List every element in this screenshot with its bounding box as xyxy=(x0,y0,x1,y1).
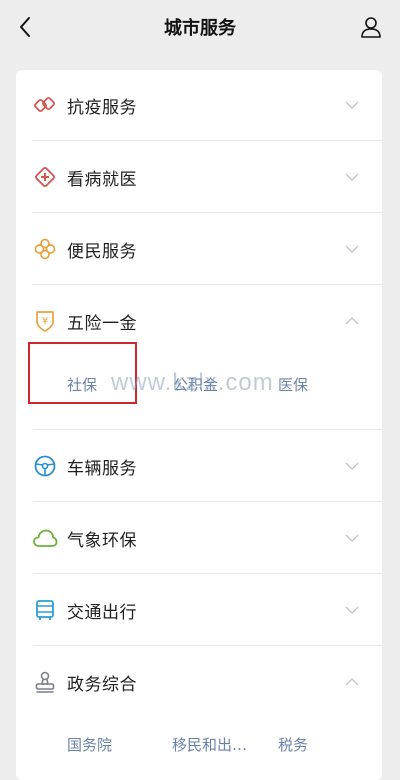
category-label: 车辆服务 xyxy=(67,458,137,479)
svg-text:¥: ¥ xyxy=(42,316,48,327)
chevron-down-icon xyxy=(344,605,360,615)
category-label: 便民服务 xyxy=(67,241,137,262)
bus-icon xyxy=(32,597,58,623)
chevron-up-icon xyxy=(344,316,360,326)
category-medical-care[interactable]: 看病就医 xyxy=(16,142,382,212)
user-icon xyxy=(361,17,381,38)
sub-item-immigration[interactable]: 移民和出… xyxy=(172,734,247,755)
divider xyxy=(33,573,382,574)
highlight-annotation-box xyxy=(28,342,137,404)
stamp-icon xyxy=(32,669,58,695)
chevron-down-icon xyxy=(344,533,360,543)
category-government-affairs[interactable]: 政务综合 xyxy=(16,647,382,717)
category-convenience-services[interactable]: 便民服务 xyxy=(16,214,382,284)
cloud-icon xyxy=(32,525,58,551)
divider xyxy=(33,140,382,141)
category-transportation[interactable]: 交通出行 xyxy=(16,575,382,645)
sub-item-taxation[interactable]: 税务 xyxy=(278,734,308,755)
nav-bar: 城市服务 xyxy=(0,0,400,54)
category-label: 看病就医 xyxy=(67,169,137,190)
chevron-down-icon xyxy=(344,172,360,182)
services-card: 抗疫服务 看病就医 便民服务 ¥ 五险一金 社保 公积金 医保 www.kzlx… xyxy=(16,70,382,780)
chevron-down-icon xyxy=(344,461,360,471)
category-label: 抗疫服务 xyxy=(67,97,137,118)
category-label: 交通出行 xyxy=(67,602,137,623)
category-weather-environment[interactable]: 气象环保 xyxy=(16,503,382,573)
chevron-down-icon xyxy=(344,100,360,110)
chevron-down-icon xyxy=(344,244,360,254)
sub-item-state-council[interactable]: 国务院 xyxy=(67,734,112,755)
category-label: 政务综合 xyxy=(67,674,137,695)
yuan-shield-icon: ¥ xyxy=(32,308,58,334)
steering-wheel-icon xyxy=(32,453,58,479)
chevron-up-icon xyxy=(344,677,360,687)
category-label: 气象环保 xyxy=(67,530,137,551)
epidemic-icon xyxy=(32,92,58,118)
divider xyxy=(33,429,382,430)
divider xyxy=(33,645,382,646)
page-title: 城市服务 xyxy=(164,18,236,39)
sub-item-housing-fund[interactable]: 公积金 xyxy=(173,374,218,395)
category-epidemic-services[interactable]: 抗疫服务 xyxy=(16,70,382,140)
divider xyxy=(33,212,382,213)
category-vehicle-services[interactable]: 车辆服务 xyxy=(16,431,382,501)
medical-cross-icon xyxy=(32,164,58,190)
user-button[interactable] xyxy=(356,12,386,42)
flower-icon xyxy=(32,236,58,262)
sub-item-medical-insurance[interactable]: 医保 xyxy=(278,374,308,395)
category-label: 五险一金 xyxy=(67,313,137,334)
divider xyxy=(33,284,382,285)
divider xyxy=(33,501,382,502)
